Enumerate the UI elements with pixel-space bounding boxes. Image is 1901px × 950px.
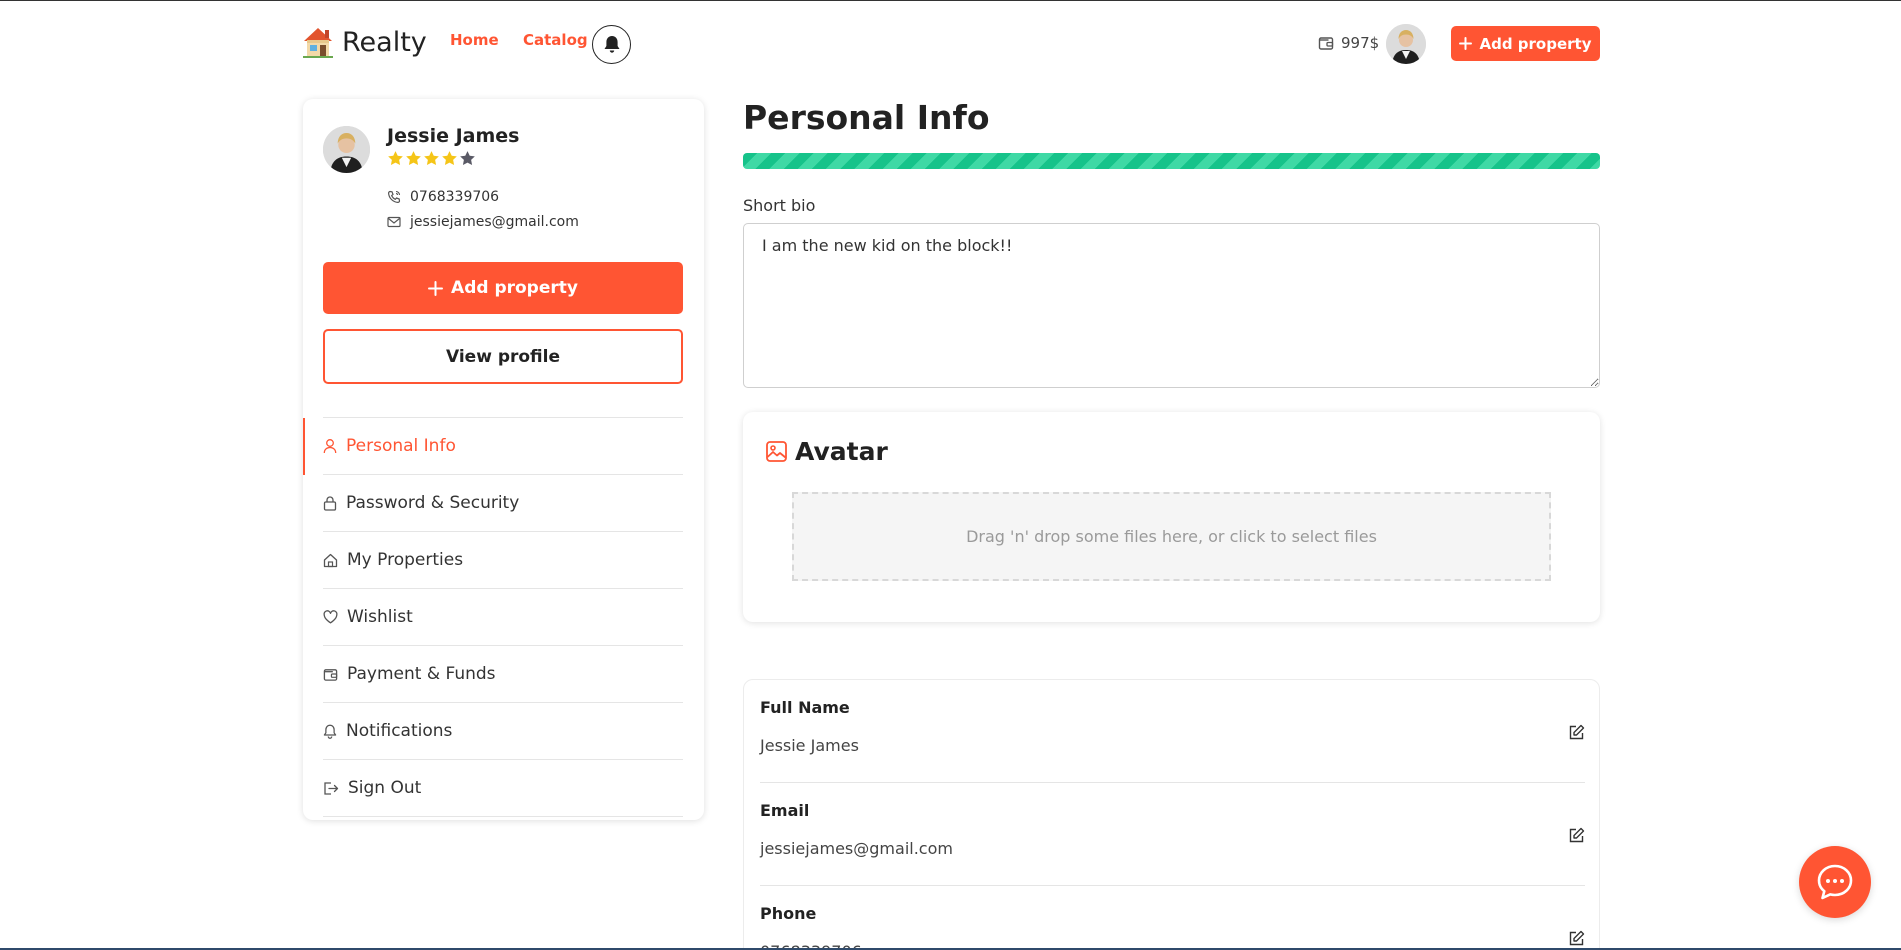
field-value: Jessie James bbox=[760, 736, 859, 755]
add-property-label: Add property bbox=[451, 278, 578, 298]
sidebar-item-label: Notifications bbox=[346, 721, 453, 741]
person-avatar-icon bbox=[1386, 24, 1426, 64]
sidebar-item-label: Payment & Funds bbox=[347, 664, 496, 684]
lock-icon bbox=[323, 496, 337, 511]
plus-icon bbox=[1459, 37, 1473, 50]
edit-icon bbox=[1569, 724, 1585, 740]
sidebar-item-label: My Properties bbox=[347, 550, 464, 570]
sidebar-item-notifications[interactable]: Notifications bbox=[323, 703, 683, 760]
avatar-dropzone[interactable]: Drag 'n' drop some files here, or click … bbox=[792, 492, 1551, 581]
edit-icon bbox=[1569, 827, 1585, 843]
field-full-name: Full Name Jessie James bbox=[760, 680, 1585, 783]
field-phone: Phone 0768339706 bbox=[760, 886, 1585, 950]
bell-icon bbox=[323, 724, 337, 739]
avatar-section: Avatar Drag 'n' drop some files here, or… bbox=[743, 412, 1600, 622]
rating-stars bbox=[387, 150, 476, 166]
sidebar-item-label: Password & Security bbox=[346, 493, 520, 513]
nav-catalog[interactable]: Catalog bbox=[523, 31, 588, 49]
page-title: Personal Info bbox=[743, 98, 990, 137]
star-empty-icon bbox=[460, 151, 475, 166]
wallet-balance[interactable]: 997$ bbox=[1318, 34, 1379, 52]
house-logo-icon bbox=[303, 28, 333, 58]
bell-icon bbox=[604, 36, 619, 53]
profile-avatar bbox=[323, 126, 370, 173]
heart-icon bbox=[323, 610, 338, 624]
short-bio-textarea[interactable] bbox=[743, 223, 1600, 388]
view-profile-button[interactable]: View profile bbox=[323, 329, 683, 384]
image-icon bbox=[766, 441, 787, 462]
field-label: Full Name bbox=[760, 698, 850, 717]
sidebar-item-password-security[interactable]: Password & Security bbox=[323, 475, 683, 532]
progress-fill bbox=[743, 153, 1600, 169]
add-property-label: Add property bbox=[1479, 34, 1592, 53]
field-email: Email jessiejames@gmail.com bbox=[760, 783, 1585, 886]
sidebar-item-my-properties[interactable]: My Properties bbox=[323, 532, 683, 589]
mail-icon bbox=[387, 216, 401, 228]
avatar-heading: Avatar bbox=[766, 437, 888, 466]
sidebar-item-label: Sign Out bbox=[348, 778, 422, 798]
wallet-icon bbox=[1318, 37, 1334, 50]
profile-sidebar: Jessie James 0768339706 jessiejames@gmai… bbox=[303, 99, 704, 820]
edit-email-button[interactable] bbox=[1568, 827, 1585, 844]
personal-fields: Full Name Jessie James Email jessiejames… bbox=[743, 679, 1600, 950]
sidebar-item-wishlist[interactable]: Wishlist bbox=[323, 589, 683, 646]
field-value: jessiejames@gmail.com bbox=[760, 839, 953, 858]
chat-button[interactable] bbox=[1799, 846, 1871, 918]
star-filled-icon bbox=[388, 151, 403, 166]
profile-email: jessiejames@gmail.com bbox=[387, 214, 579, 230]
sign-out-icon bbox=[324, 781, 339, 795]
sidebar-item-personal-info[interactable]: Personal Info bbox=[303, 418, 683, 475]
sidebar-menu: Personal Info Password & Security My Pro… bbox=[303, 417, 683, 817]
edit-full-name-button[interactable] bbox=[1568, 724, 1585, 741]
brand-logo[interactable]: Realty bbox=[303, 27, 427, 58]
user-avatar[interactable] bbox=[1386, 24, 1426, 64]
field-label: Phone bbox=[760, 904, 817, 923]
sidebar-item-label: Wishlist bbox=[347, 607, 413, 627]
nav-home[interactable]: Home bbox=[450, 31, 499, 49]
edit-phone-button[interactable] bbox=[1568, 930, 1585, 947]
notifications-button[interactable] bbox=[592, 25, 631, 64]
star-filled-icon bbox=[406, 151, 421, 166]
wallet-icon bbox=[323, 668, 338, 681]
user-icon bbox=[323, 439, 337, 454]
sidebar-item-label: Personal Info bbox=[346, 436, 456, 456]
avatar-title-text: Avatar bbox=[795, 437, 888, 466]
plus-icon bbox=[428, 280, 444, 296]
header-add-property-button[interactable]: Add property bbox=[1451, 26, 1600, 61]
profile-name: Jessie James bbox=[387, 125, 520, 147]
short-bio-label: Short bio bbox=[743, 196, 816, 215]
home-icon bbox=[323, 553, 338, 567]
star-filled-icon bbox=[424, 151, 439, 166]
profile-progress-bar bbox=[743, 153, 1600, 169]
field-label: Email bbox=[760, 801, 810, 820]
edit-icon bbox=[1569, 930, 1585, 946]
person-avatar-icon bbox=[323, 126, 370, 173]
phone-value: 0768339706 bbox=[410, 189, 500, 205]
brand-name: Realty bbox=[342, 27, 427, 58]
phone-icon bbox=[387, 190, 401, 204]
sidebar-item-payment-funds[interactable]: Payment & Funds bbox=[323, 646, 683, 703]
profile-phone: 0768339706 bbox=[387, 189, 499, 205]
sidebar-item-sign-out[interactable]: Sign Out bbox=[323, 760, 683, 817]
chat-bubble-icon bbox=[1817, 864, 1853, 900]
email-value: jessiejames@gmail.com bbox=[410, 214, 579, 230]
balance-amount: 997$ bbox=[1341, 34, 1380, 52]
add-property-button[interactable]: Add property bbox=[323, 262, 683, 314]
star-filled-icon bbox=[442, 151, 457, 166]
